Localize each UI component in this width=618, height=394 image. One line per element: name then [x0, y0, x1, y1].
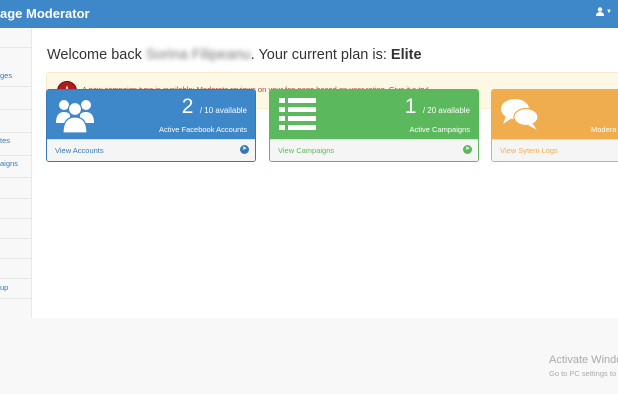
campaigns-label: Active Campaigns: [409, 125, 470, 134]
view-system-logs-label: View Sytem Logs: [500, 146, 558, 155]
watermark-line1: Activate Windo: [549, 354, 618, 366]
brand-title[interactable]: age Moderator: [0, 6, 90, 21]
sidebar-item-3[interactable]: [0, 86, 31, 110]
sidebar-item-10[interactable]: [0, 238, 31, 259]
sidebar-item-4[interactable]: [0, 109, 31, 133]
sidebar-item-6[interactable]: aigns: [0, 155, 31, 178]
user-icon: [596, 7, 605, 16]
top-navbar: age Moderator ▼: [0, 0, 618, 28]
accounts-count: 2 / 10 available: [182, 95, 247, 119]
view-accounts-link[interactable]: View Accounts ➤: [47, 139, 255, 161]
sidebar-item-label: ges: [0, 71, 13, 80]
arrow-right-circle-icon: ➤: [240, 145, 249, 154]
sidebar-item-12[interactable]: up: [0, 278, 31, 299]
sidebar-item-label: up: [0, 283, 9, 292]
accounts-label: Active Facebook Accounts: [159, 125, 247, 134]
user-menu-toggle[interactable]: ▼: [596, 7, 612, 16]
view-campaigns-label: View Campaigns: [278, 146, 335, 155]
accounts-count-limit: / 10 available: [199, 106, 247, 115]
system-logs-panel: Modera View Sytem Logs: [491, 89, 618, 162]
campaigns-panel: 1 / 20 available Active Campaigns View C…: [269, 89, 479, 162]
plan-prefix: . Your current plan is:: [250, 47, 387, 63]
watermark-line2: Go to PC settings to: [549, 369, 617, 378]
activate-windows-watermark: Activate Windo Go to PC settings to: [549, 354, 618, 378]
comments-icon: [501, 99, 539, 130]
view-accounts-label: View Accounts: [55, 146, 104, 155]
campaigns-count-value: 1: [404, 95, 417, 118]
page-title: Welcome back Sorina Filipeanu. Your curr…: [47, 47, 422, 63]
view-campaigns-link[interactable]: View Campaigns ➤: [270, 139, 478, 161]
accounts-count-value: 2: [181, 95, 194, 118]
plan-name: Elite: [390, 47, 422, 63]
list-icon: [279, 98, 316, 130]
sidebar-item-5[interactable]: tes: [0, 132, 31, 156]
system-logs-label: Modera: [591, 125, 617, 134]
main-content: Welcome back Sorina Filipeanu. Your curr…: [32, 28, 618, 318]
welcome-text: Welcome back: [47, 47, 142, 63]
sidebar-item-7[interactable]: [0, 177, 31, 199]
sidebar-item-label: tes: [0, 136, 11, 145]
page-lower-background: [0, 318, 618, 394]
campaigns-count: 1 / 20 available: [405, 95, 470, 119]
accounts-panel: 2 / 10 available Active Facebook Account…: [46, 89, 256, 162]
sidebar: ges tes aigns up: [0, 28, 32, 318]
arrow-right-circle-icon: ➤: [463, 145, 472, 154]
accounts-panel-heading: 2 / 10 available Active Facebook Account…: [47, 90, 255, 139]
campaigns-count-limit: / 20 available: [422, 106, 470, 115]
caret-down-icon: ▼: [606, 8, 612, 15]
campaigns-panel-heading: 1 / 20 available Active Campaigns: [270, 90, 478, 139]
sidebar-item-11[interactable]: [0, 258, 31, 279]
sidebar-item-label: aigns: [0, 159, 18, 168]
sidebar-item-2[interactable]: ges: [0, 47, 31, 87]
sidebar-item-1[interactable]: [0, 28, 31, 48]
user-name: Sorina Filipeanu: [145, 47, 251, 63]
view-system-logs-link[interactable]: View Sytem Logs: [492, 139, 618, 161]
system-logs-panel-heading: Modera: [492, 90, 618, 139]
sidebar-item-8[interactable]: [0, 198, 31, 219]
sidebar-item-9[interactable]: [0, 218, 31, 239]
users-icon: [56, 100, 94, 134]
